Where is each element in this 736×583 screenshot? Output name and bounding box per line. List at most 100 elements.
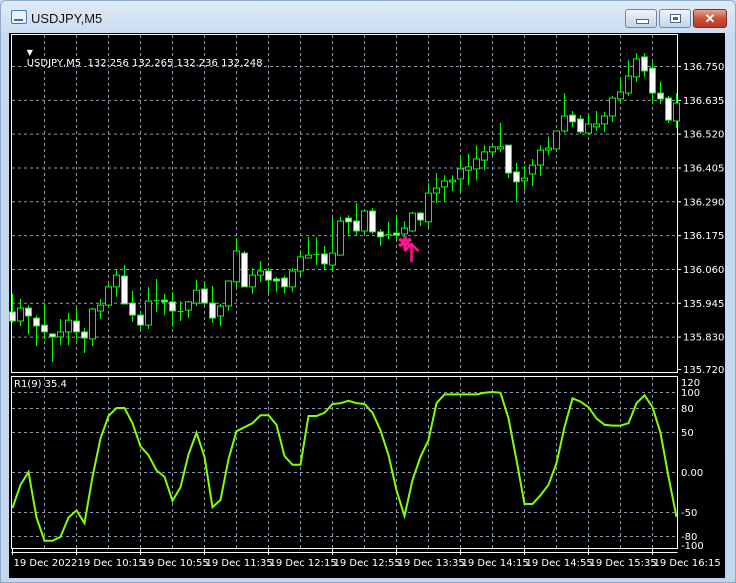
collapse-triangle-icon[interactable]: ▼ — [27, 48, 33, 57]
close-icon: ✕ — [704, 11, 716, 26]
indicator-axis-label: 80 — [681, 404, 694, 415]
candle-bearish — [41, 324, 48, 333]
close-button[interactable]: ✕ — [693, 9, 727, 28]
candle-bearish — [513, 171, 520, 183]
candle-bullish — [529, 164, 536, 175]
candle-bearish — [649, 67, 656, 94]
candle-bullish — [305, 254, 312, 259]
time-axis-label: 19 Dec 11:35 — [206, 558, 273, 569]
time-axis-label: 19 Dec 12:55 — [334, 558, 401, 569]
candle-bearish — [81, 331, 88, 339]
time-axis-label: 19 Dec 10:55 — [142, 558, 209, 569]
minimize-button[interactable] — [625, 9, 657, 28]
candle-bullish — [497, 146, 504, 150]
candle-bearish — [241, 252, 248, 288]
candle-bullish — [481, 151, 488, 161]
candle-bullish — [361, 210, 368, 232]
maximize-icon — [670, 14, 681, 23]
minimize-icon — [636, 19, 649, 24]
candle-bullish — [97, 304, 104, 312]
candle-bearish — [129, 302, 136, 316]
main-panel-frame — [11, 34, 678, 373]
indicator-line — [11, 390, 678, 542]
price-axis-label: 136.750 — [683, 62, 724, 73]
candle-bearish — [25, 307, 32, 317]
candle-bullish — [457, 168, 464, 180]
candle-bearish — [49, 333, 56, 338]
time-axis-label: 19 Dec 15:35 — [590, 558, 657, 569]
maximize-button[interactable] — [659, 9, 691, 28]
chart-svg[interactable]: 136.750 136.635 136.520 136.405 136.290 136.1… — [9, 33, 725, 578]
candle-bearish — [353, 220, 360, 232]
candle-bullish — [193, 289, 200, 304]
candle-bullish — [249, 274, 256, 288]
time-axis-label: 19 Dec 13:35 — [398, 558, 465, 569]
candle-bearish — [665, 97, 672, 121]
candle-bearish — [657, 92, 664, 100]
window-title: USDJPY,M5 — [31, 11, 103, 26]
candle-bearish — [73, 320, 80, 333]
candle-bullish — [633, 58, 640, 78]
candle-bullish — [673, 102, 680, 122]
candle-bullish — [297, 256, 304, 272]
candle-bearish — [265, 270, 272, 281]
candle-bullish — [57, 331, 64, 338]
candle-bullish — [561, 115, 568, 132]
candle-bullish — [625, 75, 632, 94]
candle-bullish — [17, 307, 24, 322]
candle-bullish — [217, 305, 224, 317]
time-axis-label: 19 Dec 14:15 — [462, 558, 529, 569]
title-bar[interactable]: USDJPY,M5 ✕ — [1, 1, 735, 33]
chart-app-icon — [11, 10, 27, 24]
candle-bearish — [161, 299, 168, 303]
candle-bullish — [225, 280, 232, 307]
candle-bullish — [257, 270, 264, 276]
candle-bullish — [617, 91, 624, 100]
chart-canvas[interactable]: 136.750 136.635 136.520 136.405 136.290 136.1… — [9, 33, 725, 578]
candle-bearish — [641, 56, 648, 72]
candle-bullish — [521, 177, 528, 182]
candle-bullish — [585, 123, 592, 134]
indicator-axis-label: 50 — [681, 428, 694, 439]
candle-bearish — [137, 314, 144, 326]
candle-bearish — [377, 231, 384, 238]
price-axis-label: 136.405 — [683, 163, 724, 174]
candle-bullish — [465, 166, 472, 171]
candle-bullish — [329, 252, 336, 266]
candle-bullish — [89, 308, 96, 340]
candle-bullish — [337, 220, 344, 256]
candle-bullish — [233, 250, 240, 283]
candle-bearish — [321, 253, 328, 265]
candle-bullish — [545, 147, 552, 151]
candle-bearish — [577, 118, 584, 133]
candle-bearish — [281, 277, 288, 288]
indicator-header: R1(9) 35.4 — [14, 379, 67, 390]
candle-bullish — [537, 149, 544, 166]
candle-bullish — [553, 130, 560, 150]
price-axis-label: 135.830 — [683, 333, 724, 344]
candle-bullish — [593, 123, 600, 128]
candle-bullish — [145, 300, 152, 326]
time-axis-label: 19 Dec 16:15 — [654, 558, 721, 569]
price-axis-label: 135.720 — [683, 365, 724, 376]
time-axis-label: 19 Dec 2022 — [14, 558, 78, 569]
candle-bearish — [121, 275, 128, 305]
candle-bearish — [201, 288, 208, 304]
time-axis-label: 19 Dec 10:15 — [78, 558, 145, 569]
candle-bearish — [9, 311, 16, 322]
candle-bullish — [449, 179, 456, 183]
indicator-axis-label: 100 — [681, 388, 700, 399]
symbol-ohlc-label: USDJPY,M5 132.256 132.265 132.236 132.24… — [26, 58, 263, 69]
candle-bullish — [441, 180, 448, 188]
candle-bullish — [65, 319, 72, 333]
candle-bullish — [113, 274, 120, 288]
main-panel-header: ▼ USDJPY,M5 132.256 132.265 132.236 132.… — [14, 36, 263, 80]
candle-bullish — [289, 270, 296, 288]
candle-bearish — [345, 217, 352, 223]
indicator-axis-label: -100 — [681, 541, 704, 552]
price-axis-label: 136.290 — [683, 197, 724, 208]
candle-bearish — [169, 301, 176, 312]
price-axis-label: 136.635 — [683, 96, 724, 107]
candle-bearish — [33, 317, 40, 327]
candle-bullish — [601, 115, 608, 125]
